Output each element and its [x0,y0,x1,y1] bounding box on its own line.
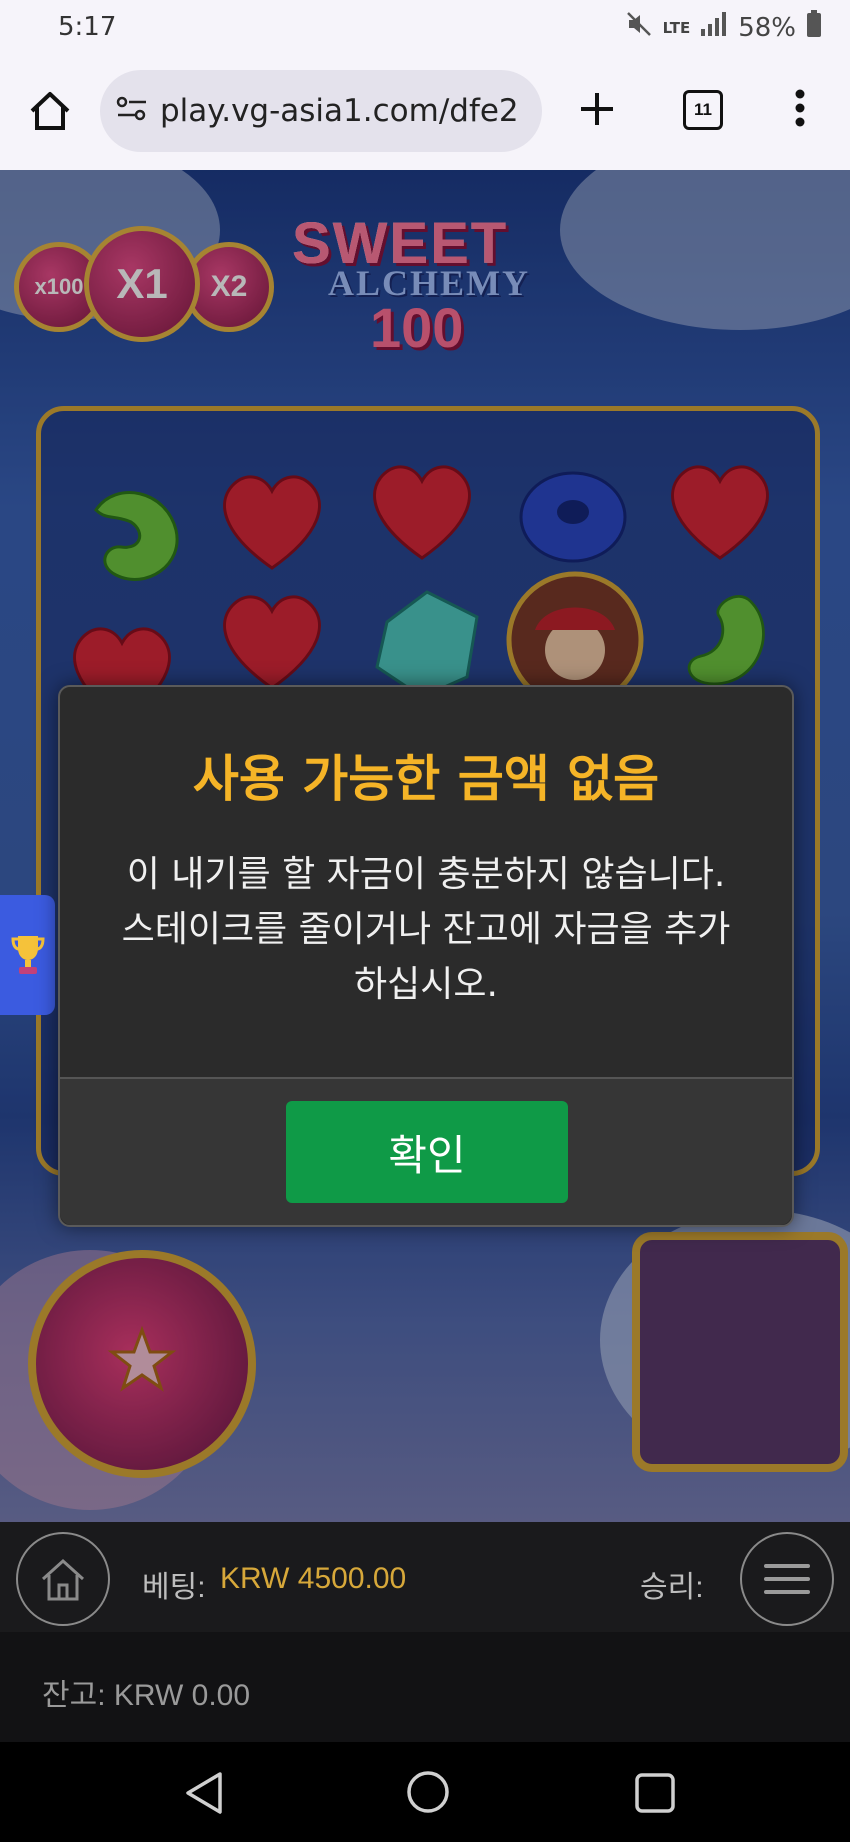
status-bar: 5:17 LTE 58% [0,0,850,52]
back-icon[interactable] [182,1770,226,1820]
browser-toolbar: play.vg-asia1.com/dfe2 11 [0,52,850,171]
dialog-message-line: 하십시오. [354,964,498,1005]
insufficient-funds-dialog: 사용 가능한 금액 없음 이 내기를 할 자금이 충분하지 않습니다. 스테이크… [58,685,794,1227]
balance-text: 잔고: KRW 0.00 [42,1679,251,1712]
dialog-title: 사용 가능한 금액 없음 [192,750,660,808]
battery-percent: 58% [738,12,796,43]
tab-count: 11 [694,100,712,119]
signal-icon [700,11,728,44]
recents-icon[interactable] [634,1772,676,1818]
more-menu-icon[interactable] [794,88,806,132]
win-label: 승리: [640,1571,704,1604]
trophy-icon [10,936,45,974]
hamburger-menu-icon [764,1564,810,1594]
home-icon[interactable] [28,89,72,137]
home-icon [41,1558,85,1601]
status-icons: LTE 58% [625,10,822,45]
mute-icon [625,10,653,45]
status-time: 5:17 [58,12,117,42]
bet-label: 베팅: [142,1571,206,1604]
address-bar[interactable]: play.vg-asia1.com/dfe2 [100,70,542,152]
bet-bar: 베팅: KRW 4500.00 승리: [0,1522,850,1632]
site-settings-icon[interactable] [116,95,148,127]
dialog-message: 이 내기를 할 자금이 충분하지 않습니다. 스테이크를 줄이거나 잔고에 자금… [90,847,762,1012]
game-home-button[interactable] [16,1532,110,1626]
balance-bar: 잔고: KRW 0.00 [0,1632,850,1742]
new-tab-icon[interactable] [578,90,616,132]
bet-value[interactable]: KRW 4500.00 [220,1562,406,1596]
tournament-tab[interactable] [0,895,55,1015]
battery-icon [806,10,822,45]
network-type: LTE [662,18,691,37]
dialog-message-line: 이 내기를 할 자금이 충분하지 않습니다. [126,854,726,895]
tab-switcher-icon[interactable]: 11 [683,90,723,130]
system-navigation-bar [0,1742,850,1842]
confirm-button[interactable]: 확인 [286,1101,568,1203]
url-text[interactable]: play.vg-asia1.com/dfe2 [160,93,519,129]
dialog-message-line: 스테이크를 줄이거나 잔고에 자금을 추가 [121,909,731,950]
game-menu-button[interactable] [740,1532,834,1626]
home-circle-icon[interactable] [406,1770,450,1818]
